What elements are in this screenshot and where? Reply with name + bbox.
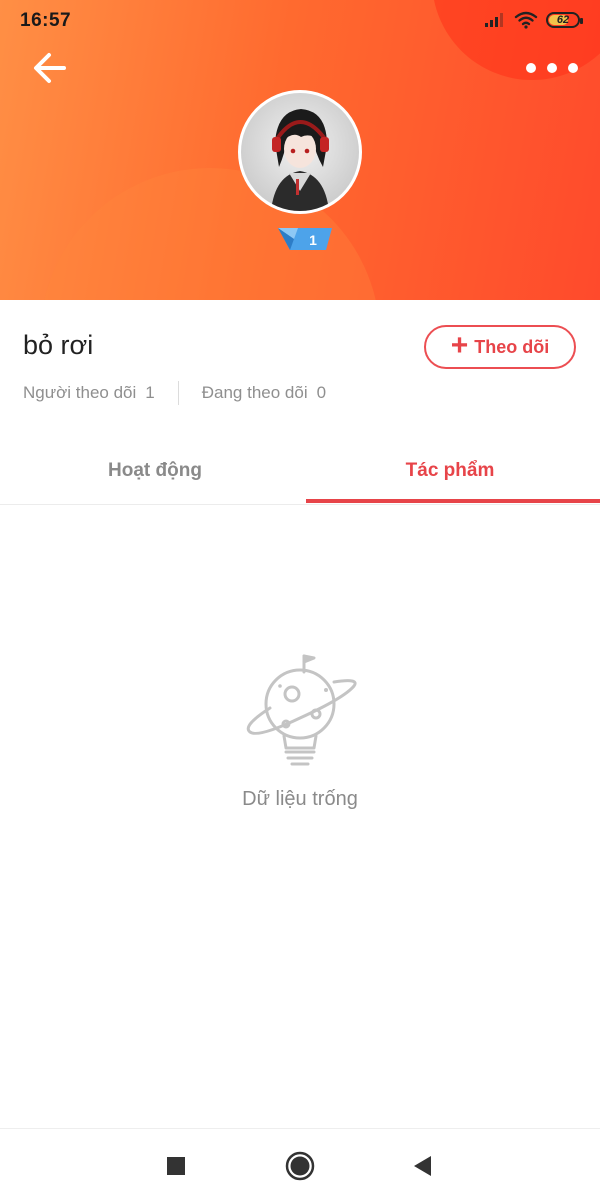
- followers-stat[interactable]: Người theo dõi 1: [23, 383, 155, 403]
- username: bỏ rơi: [23, 330, 94, 360]
- followers-count: 1: [145, 383, 155, 402]
- avatar-image: [241, 93, 359, 211]
- follow-stats: Người theo dõi 1 Đang theo dõi 0: [23, 381, 326, 405]
- status-time: 16:57: [20, 10, 72, 31]
- empty-state-text: Dữ liệu trống: [242, 788, 358, 810]
- following-count: 0: [316, 383, 327, 402]
- system-nav-bar: [0, 1128, 600, 1201]
- recents-button[interactable]: [161, 1151, 191, 1181]
- battery-level: 62: [556, 14, 570, 26]
- follow-button-label: Theo dõi: [474, 336, 550, 357]
- signal-icon: [485, 13, 503, 27]
- status-bar: 16:57 62: [0, 0, 600, 42]
- wifi-icon: [514, 11, 538, 29]
- battery-icon: 62: [546, 12, 583, 28]
- avatar[interactable]: [238, 90, 362, 214]
- following-label: Đang theo dõi: [201, 383, 308, 402]
- more-options-icon: [526, 63, 536, 73]
- back-arrow-icon: [34, 53, 66, 83]
- planet-bulb-icon: [246, 654, 357, 766]
- more-options-button[interactable]: [526, 54, 578, 82]
- circle-home-icon: [285, 1151, 315, 1181]
- following-stat[interactable]: Đang theo dõi 0: [202, 383, 326, 403]
- more-options-icon: [568, 63, 578, 73]
- square-recents-icon: [167, 1157, 185, 1175]
- profile-header: 16:57 62 1: [0, 0, 600, 300]
- tab-works[interactable]: Tác phẩm: [300, 440, 600, 502]
- profile-tabs: Hoạt động Tác phẩm: [0, 440, 600, 505]
- followers-label: Người theo dõi: [23, 383, 137, 402]
- back-nav-button[interactable]: [408, 1151, 438, 1181]
- status-icons: 62: [484, 11, 583, 29]
- level-badge: 1: [278, 228, 332, 250]
- tab-activity[interactable]: Hoạt động: [5, 440, 305, 502]
- triangle-back-icon: [414, 1156, 431, 1176]
- stats-divider: [177, 381, 179, 405]
- more-options-icon: [547, 63, 557, 73]
- plus-icon: +: [450, 328, 469, 362]
- level-number: 1: [309, 232, 317, 248]
- back-button[interactable]: [28, 48, 74, 88]
- active-tab-indicator: [306, 499, 600, 503]
- home-button[interactable]: [282, 1148, 318, 1184]
- follow-button[interactable]: + Theo dõi: [424, 325, 576, 369]
